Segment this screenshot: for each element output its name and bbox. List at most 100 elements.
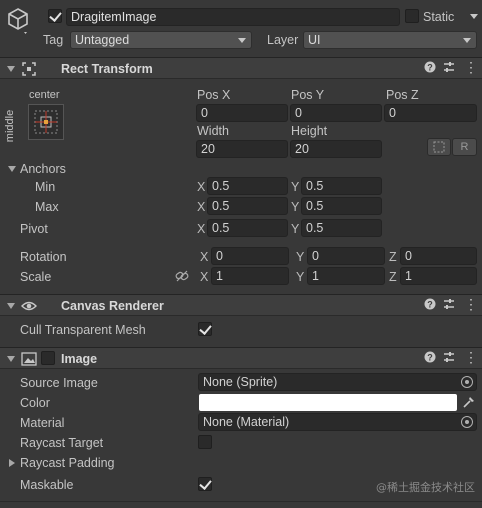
foldout-icon[interactable] xyxy=(7,303,15,309)
presets-icon[interactable] xyxy=(443,61,455,76)
svg-text:?: ? xyxy=(427,353,433,363)
rotation-y-field[interactable]: 0 xyxy=(307,247,385,265)
presets-icon[interactable] xyxy=(443,298,455,313)
anchor-preset-v-label: middle xyxy=(4,109,17,143)
pos-z-label: Pos Z xyxy=(386,88,419,102)
tag-label: Tag xyxy=(43,33,64,47)
blueprint-mode-button[interactable] xyxy=(427,138,451,156)
help-icon[interactable]: ? xyxy=(424,298,436,313)
max-x-axis-label: X xyxy=(197,200,206,214)
source-image-value: None (Sprite) xyxy=(203,375,278,389)
max-label: Max xyxy=(35,200,59,214)
scale-x-field[interactable]: 1 xyxy=(211,267,289,285)
pos-x-field[interactable]: 0 xyxy=(196,104,288,122)
rotation-label: Rotation xyxy=(20,250,67,264)
maskable-label: Maskable xyxy=(20,478,74,492)
raycast-target-label: Raycast Target xyxy=(20,436,104,450)
min-x-axis-label: X xyxy=(197,180,206,194)
scale-x-axis-label: X xyxy=(200,270,209,284)
raycast-padding-label[interactable]: Raycast Padding xyxy=(20,455,115,471)
max-x-field[interactable]: 0.5 xyxy=(207,197,288,215)
more-options-icon[interactable]: ⋮ xyxy=(464,297,478,311)
pivot-label: Pivot xyxy=(20,222,48,236)
raycast-padding-foldout-icon[interactable] xyxy=(9,459,15,467)
chevron-down-icon xyxy=(463,38,471,43)
foldout-icon[interactable] xyxy=(7,66,15,72)
cull-transparent-mesh-label: Cull Transparent Mesh xyxy=(20,323,146,337)
material-label: Material xyxy=(20,416,65,430)
object-picker-icon[interactable] xyxy=(461,376,473,388)
scale-z-field[interactable]: 1 xyxy=(400,267,477,285)
source-image-label: Source Image xyxy=(20,376,98,390)
width-label: Width xyxy=(197,124,229,138)
rect-transform-header[interactable]: Rect Transform ? ⋮ xyxy=(0,57,482,79)
anchors-label: Anchors xyxy=(20,162,66,176)
chevron-down-icon xyxy=(238,38,246,43)
static-dropdown[interactable] xyxy=(466,8,480,26)
color-label: Color xyxy=(20,396,50,410)
cull-transparent-mesh-toggle[interactable] xyxy=(198,322,212,336)
foldout-icon[interactable] xyxy=(7,356,15,362)
raw-edit-button[interactable]: R xyxy=(452,138,477,156)
height-field[interactable]: 20 xyxy=(290,140,382,158)
presets-icon[interactable] xyxy=(443,351,455,366)
rotation-z-field[interactable]: 0 xyxy=(400,247,477,265)
anchor-presets-button[interactable] xyxy=(28,104,64,140)
object-picker-icon[interactable] xyxy=(461,416,473,428)
canvas-renderer-header[interactable]: Canvas Renderer ? ⋮ xyxy=(0,294,482,316)
image-title: Image xyxy=(61,352,98,366)
more-options-icon[interactable]: ⋮ xyxy=(464,60,478,74)
min-y-field[interactable]: 0.5 xyxy=(301,177,382,195)
pos-y-field[interactable]: 0 xyxy=(290,104,382,122)
help-icon[interactable]: ? xyxy=(424,61,436,76)
max-y-field[interactable]: 0.5 xyxy=(301,197,382,215)
width-field[interactable]: 20 xyxy=(196,140,288,158)
name-field[interactable]: DragitemImage xyxy=(66,8,400,26)
min-label: Min xyxy=(35,180,56,194)
static-label: Static xyxy=(423,10,455,24)
pivot-y-field[interactable]: 0.5 xyxy=(301,219,382,237)
bottom-divider xyxy=(0,501,482,502)
tag-dropdown[interactable]: Untagged xyxy=(70,31,252,49)
rotation-x-axis-label: X xyxy=(200,250,209,264)
svg-text:?: ? xyxy=(427,300,433,310)
anchor-preset-h-label: center xyxy=(29,89,60,101)
layer-dropdown[interactable]: UI xyxy=(303,31,477,49)
color-swatch[interactable] xyxy=(199,394,457,411)
tag-value: Untagged xyxy=(75,33,130,47)
watermark: @稀土掘金技术社区 xyxy=(376,481,475,494)
layer-label: Layer xyxy=(267,33,299,47)
static-toggle[interactable] xyxy=(405,9,419,23)
layer-value: UI xyxy=(308,33,321,47)
help-icon[interactable]: ? xyxy=(424,351,436,366)
scale-label: Scale xyxy=(20,270,52,284)
image-component-icon xyxy=(21,352,37,366)
source-image-field[interactable]: None (Sprite) xyxy=(198,373,477,391)
svg-text:?: ? xyxy=(427,63,433,73)
raycast-target-toggle[interactable] xyxy=(198,435,212,449)
pivot-x-axis-label: X xyxy=(197,222,206,236)
pos-z-field[interactable]: 0 xyxy=(384,104,477,122)
min-y-axis-label: Y xyxy=(291,180,300,194)
link-icon[interactable] xyxy=(175,269,189,283)
rect-transform-title: Rect Transform xyxy=(61,62,153,76)
pivot-x-field[interactable]: 0.5 xyxy=(207,219,288,237)
maskable-toggle[interactable] xyxy=(198,477,212,491)
rect-transform-icon xyxy=(22,62,36,76)
material-value: None (Material) xyxy=(203,415,290,429)
more-options-icon[interactable]: ⋮ xyxy=(464,350,478,364)
rotation-x-field[interactable]: 0 xyxy=(211,247,289,265)
min-x-field[interactable]: 0.5 xyxy=(207,177,288,195)
anchors-foldout-icon[interactable] xyxy=(8,166,16,172)
image-header[interactable]: Image ? ⋮ xyxy=(0,347,482,369)
rotation-z-axis-label: Z xyxy=(389,250,397,264)
height-label: Height xyxy=(291,124,328,138)
canvas-renderer-title: Canvas Renderer xyxy=(61,299,164,313)
scale-y-field[interactable]: 1 xyxy=(307,267,385,285)
image-enabled-toggle[interactable] xyxy=(41,351,55,365)
material-field[interactable]: None (Material) xyxy=(198,413,477,431)
eye-icon xyxy=(21,299,37,313)
eyedropper-icon[interactable] xyxy=(462,395,476,409)
active-toggle[interactable] xyxy=(48,9,62,23)
gameobject-icon[interactable] xyxy=(6,6,30,34)
